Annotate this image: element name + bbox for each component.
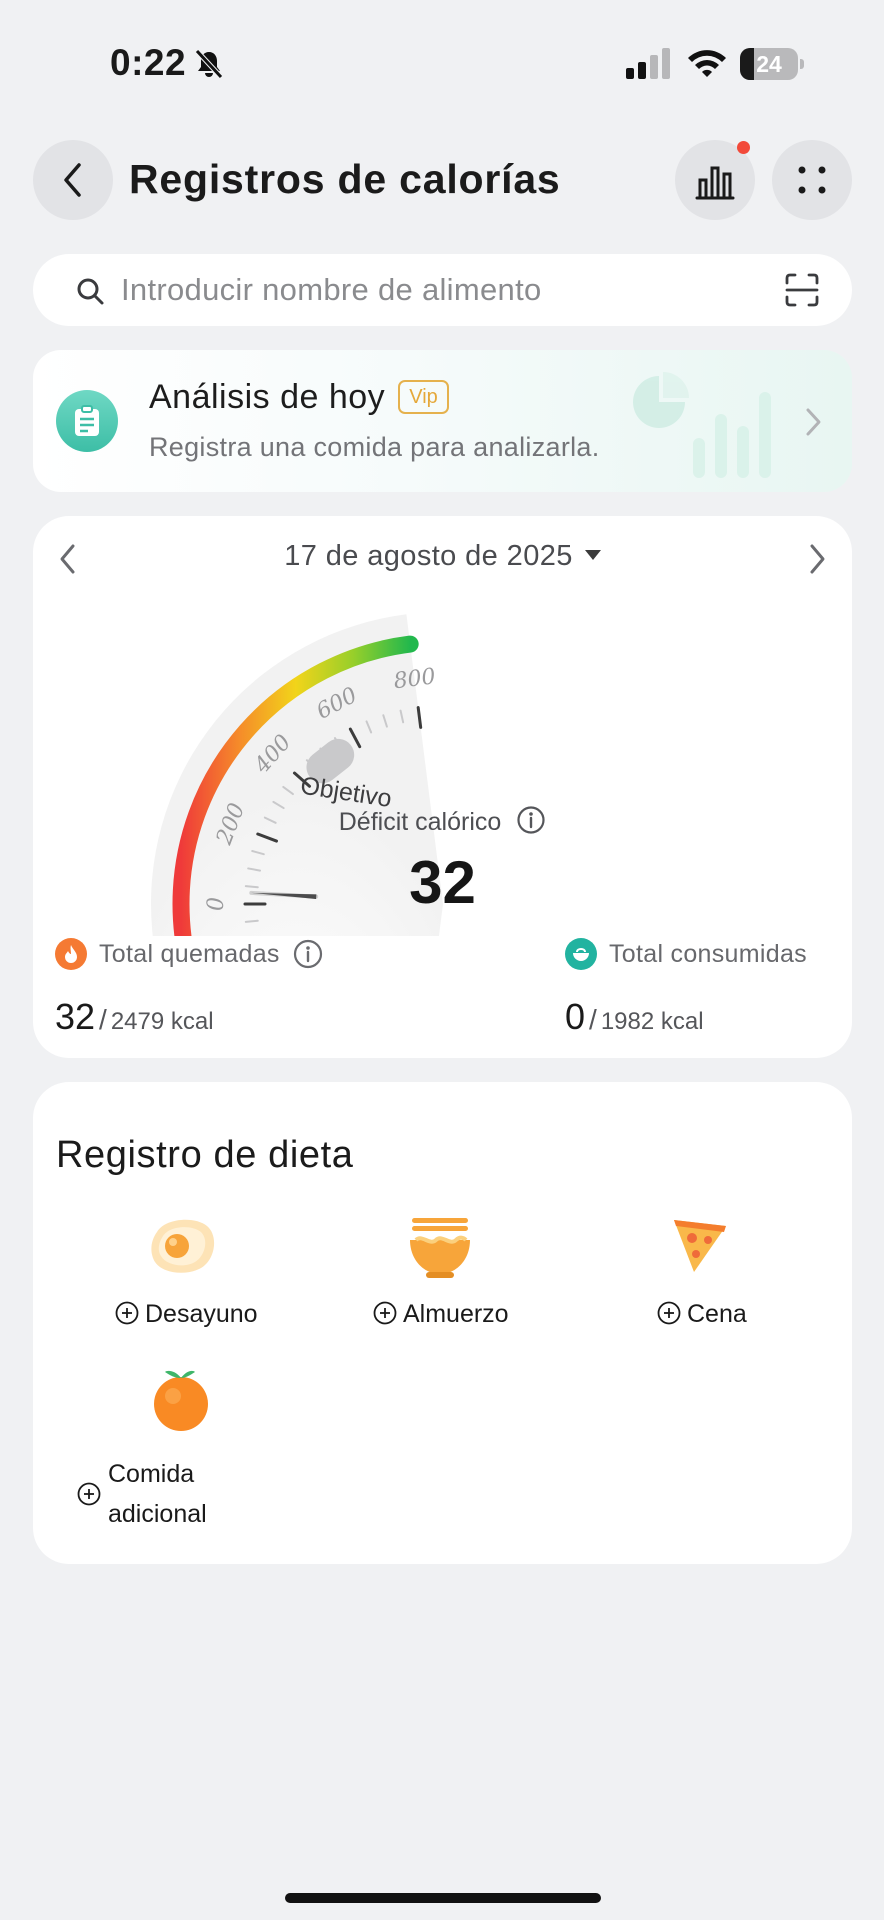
flame-icon bbox=[55, 938, 87, 970]
extra-meal-label-line2: adicional bbox=[108, 1500, 207, 1528]
food-search-bar[interactable]: Introducir nombre de alimento bbox=[33, 254, 852, 326]
total-consumed: Total consumidas 0/1982 kcal bbox=[565, 936, 807, 1038]
add-circle-icon[interactable] bbox=[77, 1482, 101, 1506]
notification-dot bbox=[737, 141, 750, 154]
bell-muted-icon bbox=[195, 49, 223, 79]
orange-icon[interactable] bbox=[141, 1362, 221, 1434]
noodle-bowl-icon[interactable] bbox=[400, 1212, 480, 1284]
deficit-label: Déficit calórico bbox=[33, 805, 852, 838]
total-burned: Total quemadas 32/2479 kcal bbox=[55, 936, 324, 1038]
more-options-button[interactable] bbox=[772, 140, 852, 220]
signal-icon bbox=[626, 48, 670, 79]
back-button[interactable] bbox=[33, 140, 113, 220]
today-analysis-card[interactable]: Análisis de hoy Vip Registra una comida … bbox=[33, 350, 852, 492]
analytics-decoration-icon bbox=[633, 372, 771, 478]
scan-icon[interactable] bbox=[784, 272, 820, 308]
consumed-value: 0 bbox=[565, 996, 586, 1037]
vip-badge: Vip bbox=[398, 380, 449, 414]
back-arrow-icon bbox=[64, 163, 81, 197]
status-time: 0:22 bbox=[110, 42, 187, 83]
add-circle-icon bbox=[657, 1301, 681, 1325]
dinner-label: Cena bbox=[687, 1300, 747, 1328]
gauge-tick-label: 800 bbox=[392, 664, 437, 694]
page-title: Registros de calorías bbox=[129, 156, 561, 202]
add-extra-meal-button[interactable]: Comida adicional bbox=[108, 1454, 207, 1534]
status-bar: 0:22 24 bbox=[0, 0, 884, 110]
separator: / bbox=[589, 1004, 597, 1035]
chevron-right-icon bbox=[806, 408, 821, 436]
deficit-value: 32 bbox=[409, 849, 476, 916]
add-circle-icon bbox=[115, 1301, 139, 1325]
battery-icon: 24 bbox=[740, 48, 804, 80]
add-circle-icon bbox=[373, 1301, 397, 1325]
burned-total: 2479 kcal bbox=[110, 1008, 214, 1035]
add-breakfast-button[interactable]: Desayuno bbox=[115, 1300, 258, 1329]
consumed-total: 1982 kcal bbox=[600, 1008, 704, 1035]
search-input[interactable]: Introducir nombre de alimento bbox=[121, 272, 542, 308]
home-indicator bbox=[285, 1893, 601, 1903]
analysis-title: Análisis de hoy bbox=[149, 378, 386, 416]
burned-label: Total quemadas bbox=[99, 939, 280, 968]
clipboard-icon bbox=[56, 390, 118, 452]
diet-title: Registro de dieta bbox=[56, 1134, 354, 1176]
extra-meal-label-line1: Comida bbox=[108, 1460, 195, 1488]
fried-egg-icon[interactable] bbox=[143, 1212, 223, 1284]
deficit-label-text: Déficit calórico bbox=[338, 808, 502, 836]
lunch-label: Almuerzo bbox=[403, 1300, 509, 1328]
bar-chart-icon bbox=[695, 166, 735, 200]
diet-log-card: Registro de dieta Desayuno Almuerzo Cena bbox=[33, 1082, 852, 1564]
search-icon bbox=[77, 278, 104, 305]
add-dinner-button[interactable]: Cena bbox=[657, 1300, 747, 1329]
consumed-label: Total consumidas bbox=[609, 939, 807, 968]
battery-level: 24 bbox=[756, 51, 782, 77]
gauge-minor-tick bbox=[244, 919, 259, 923]
burned-value: 32 bbox=[55, 996, 96, 1037]
info-icon[interactable] bbox=[516, 805, 546, 835]
calorie-gauge-card: 17 de agosto de 2025 -800-600-400-200020… bbox=[33, 516, 852, 1058]
bowl-icon bbox=[565, 938, 597, 970]
more-dots-icon bbox=[798, 166, 826, 194]
add-lunch-button[interactable]: Almuerzo bbox=[373, 1300, 509, 1329]
wifi-icon bbox=[688, 50, 726, 77]
breakfast-label: Desayuno bbox=[145, 1300, 258, 1328]
analysis-subtitle: Registra una comida para analizarla. bbox=[149, 432, 600, 462]
separator: / bbox=[99, 1004, 107, 1035]
pizza-slice-icon[interactable] bbox=[658, 1212, 738, 1284]
info-icon[interactable] bbox=[292, 938, 324, 970]
